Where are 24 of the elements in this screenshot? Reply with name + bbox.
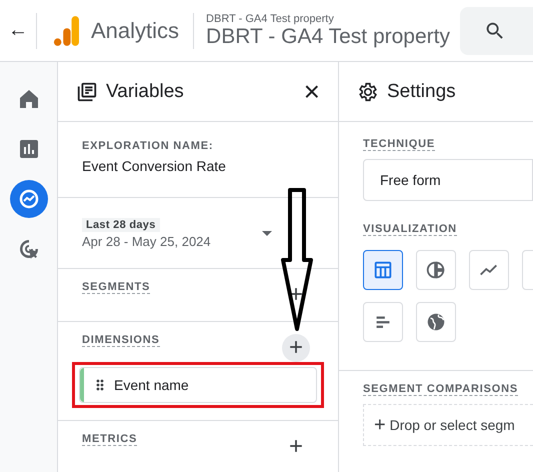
panel-title: Variables xyxy=(106,80,184,102)
section-title: SEGMENT COMPARISONS xyxy=(363,383,518,396)
dimension-chip[interactable]: Event name xyxy=(79,367,317,403)
section-title: VISUALIZATION xyxy=(363,223,457,236)
technique-dropdown[interactable]: Free form xyxy=(363,159,533,201)
add-button[interactable]: + xyxy=(282,433,310,461)
account-name[interactable]: DBRT - GA4 Test property xyxy=(206,12,450,24)
section-title: SEGMENTS xyxy=(82,281,150,294)
field-label: EXPLORATION NAME: xyxy=(82,140,214,152)
property-name[interactable]: DBRT - GA4 Test property xyxy=(206,24,450,48)
panel-title: Settings xyxy=(387,80,456,102)
date-range-picker[interactable]: Last 28 days Apr 28 - May 25, 2024 xyxy=(58,198,338,269)
section-title: DIMENSIONS xyxy=(82,334,160,347)
section-title: METRICS xyxy=(82,433,138,446)
product-name: Analytics xyxy=(91,18,180,44)
segment-drop-zone[interactable]: + Drop or select segm xyxy=(363,404,533,446)
close-button[interactable]: × xyxy=(304,78,320,106)
exploration-name-field[interactable]: Event Conversion Rate xyxy=(82,158,314,174)
back-button[interactable]: ← xyxy=(0,19,36,42)
dimension-label: Event name xyxy=(114,377,189,393)
date-preset-label: Last 28 days xyxy=(82,218,160,232)
section-title: TECHNIQUE xyxy=(363,138,435,151)
date-range-text: Apr 28 - May 25, 2024 xyxy=(82,234,211,248)
add-button[interactable]: + xyxy=(282,334,310,362)
